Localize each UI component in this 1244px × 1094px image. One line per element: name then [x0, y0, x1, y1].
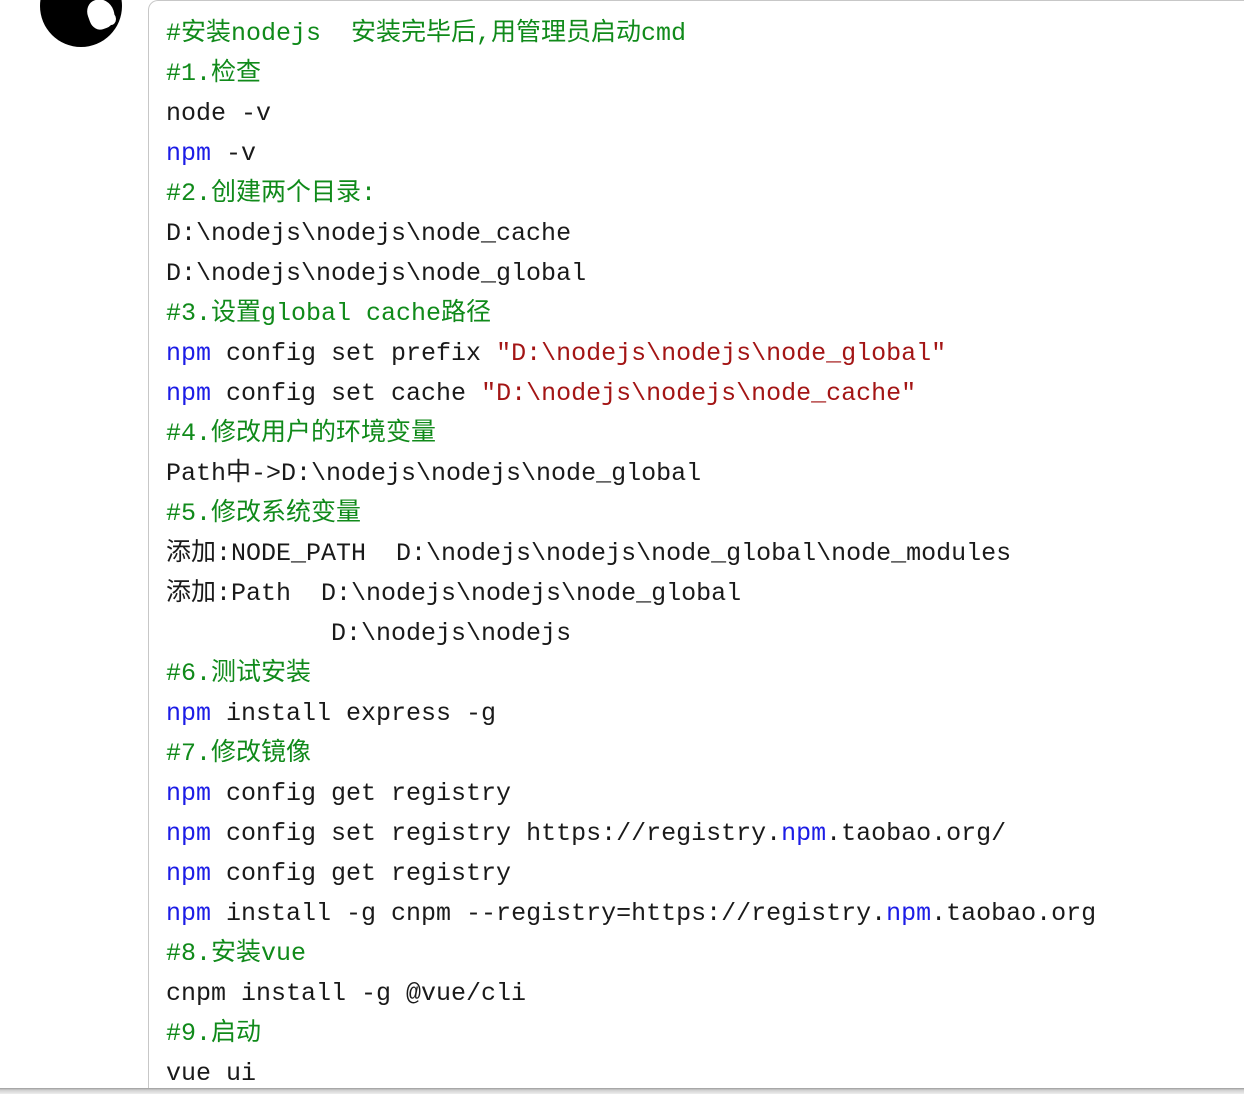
code-token-plain: config set cache — [211, 379, 482, 408]
code-line: #2.创建两个目录: — [166, 174, 1096, 214]
code-token-str: "D:\nodejs\nodejs\node_cache" — [481, 379, 917, 408]
code-line: npm install -g cnpm --registry=https://r… — [166, 894, 1096, 934]
code-line: #5.修改系统变量 — [166, 494, 1096, 534]
code-line: #4.修改用户的环境变量 — [166, 414, 1096, 454]
code-token-comment: #3.设置global cache路径 — [166, 299, 492, 328]
code-line: #3.设置global cache路径 — [166, 294, 1096, 334]
code-line: npm -v — [166, 134, 1096, 174]
code-token-plain: -v — [211, 139, 257, 168]
code-token-comment: #2.创建两个目录: — [166, 179, 377, 208]
code-token-kw: npm — [166, 339, 212, 368]
code-token-kw: npm — [166, 379, 212, 408]
code-line: #7.修改镜像 — [166, 734, 1096, 774]
code-token-comment: #1.检查 — [166, 59, 262, 88]
code-line: 添加:NODE_PATH D:\nodejs\nodejs\node_globa… — [166, 534, 1096, 574]
code-line: #1.检查 — [166, 54, 1096, 94]
code-token-kw: npm — [886, 899, 932, 928]
code-line: npm config get registry — [166, 854, 1096, 894]
code-token-plain: 添加:Path D:\nodejs\nodejs\node_global — [166, 579, 742, 608]
code-token-plain: D:\nodejs\nodejs — [166, 619, 572, 648]
code-token-plain: .taobao.org/ — [826, 819, 1007, 848]
code-token-plain: config get registry — [211, 859, 512, 888]
code-token-plain: node -v — [166, 99, 272, 128]
code-token-plain: .taobao.org — [931, 899, 1097, 928]
code-token-kw: npm — [166, 819, 212, 848]
code-content: #安装nodejs 安装完毕后,用管理员启动cmd #1.检查 node -v npm… — [166, 14, 1096, 1094]
code-token-plain: install -g cnpm --registry=https://regis… — [211, 899, 887, 928]
code-token-comment: #7.修改镜像 — [166, 739, 312, 768]
code-token-kw: npm — [166, 899, 212, 928]
code-line: Path中->D:\nodejs\nodejs\node_global — [166, 454, 1096, 494]
code-token-kw: npm — [166, 699, 212, 728]
code-token-plain: install express -g — [211, 699, 497, 728]
bottom-divider — [0, 1088, 1244, 1094]
code-token-plain: D:\nodejs\nodejs\node_global — [166, 259, 587, 288]
code-line: npm config get registry — [166, 774, 1096, 814]
code-token-plain: Path中->D:\nodejs\nodejs\node_global — [166, 459, 702, 488]
code-line: D:\nodejs\nodejs — [166, 614, 1096, 654]
code-line: D:\nodejs\nodejs\node_global — [166, 254, 1096, 294]
avatar[interactable] — [40, 0, 122, 47]
code-line: npm config set cache "D:\nodejs\nodejs\n… — [166, 374, 1096, 414]
code-token-kw: npm — [781, 819, 827, 848]
code-token-plain: vue ui — [166, 1059, 257, 1088]
code-token-plain: D:\nodejs\nodejs\node_cache — [166, 219, 572, 248]
code-token-comment: #4.修改用户的环境变量 — [166, 419, 437, 448]
code-token-str: "D:\nodejs\nodejs\node_global" — [496, 339, 947, 368]
code-line: #安装nodejs 安装完毕后,用管理员启动cmd — [166, 14, 1096, 54]
code-token-plain: cnpm install -g @vue/cli — [166, 979, 527, 1008]
code-token-plain: 添加:NODE_PATH D:\nodejs\nodejs\node_globa… — [166, 539, 1012, 568]
avatar-highlight-dot — [106, 13, 116, 25]
code-line: npm install express -g — [166, 694, 1096, 734]
code-line: cnpm install -g @vue/cli — [166, 974, 1096, 1014]
code-line: #9.启动 — [166, 1014, 1096, 1054]
code-token-comment: #8.安装vue — [166, 939, 307, 968]
code-token-comment: #6.测试安装 — [166, 659, 312, 688]
code-token-comment: #安装nodejs 安装完毕后,用管理员启动cmd — [166, 19, 687, 48]
code-token-comment: #9.启动 — [166, 1019, 262, 1048]
code-line: D:\nodejs\nodejs\node_cache — [166, 214, 1096, 254]
code-line: #6.测试安装 — [166, 654, 1096, 694]
code-token-plain: config set prefix — [211, 339, 497, 368]
code-token-kw: npm — [166, 779, 212, 808]
code-line: #8.安装vue — [166, 934, 1096, 974]
code-token-kw: npm — [166, 139, 212, 168]
code-token-plain: config set registry https://registry. — [211, 819, 782, 848]
code-token-kw: npm — [166, 859, 212, 888]
code-line: npm config set registry https://registry… — [166, 814, 1096, 854]
code-token-comment: #5.修改系统变量 — [166, 499, 362, 528]
code-token-plain: config get registry — [211, 779, 512, 808]
code-line: npm config set prefix "D:\nodejs\nodejs\… — [166, 334, 1096, 374]
code-line: 添加:Path D:\nodejs\nodejs\node_global — [166, 574, 1096, 614]
code-line: node -v — [166, 94, 1096, 134]
